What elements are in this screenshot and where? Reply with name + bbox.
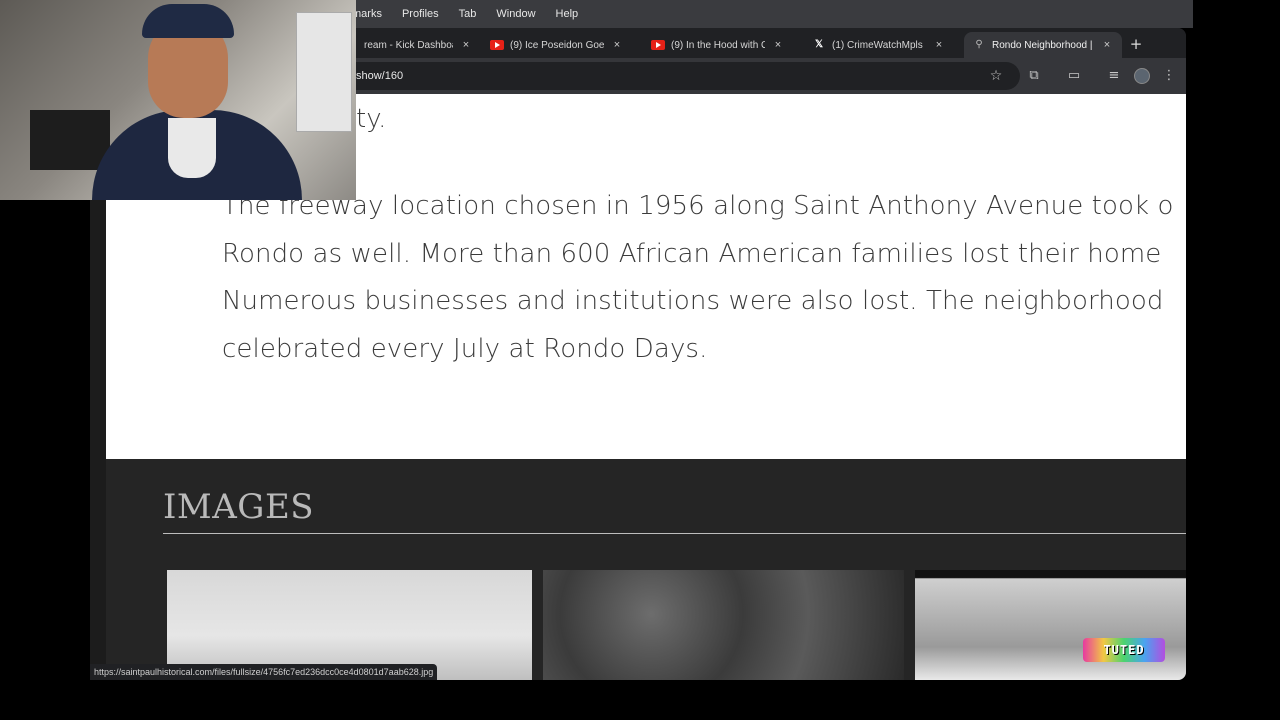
- profile-avatar[interactable]: [1134, 68, 1150, 84]
- menu-window[interactable]: Window: [496, 8, 535, 20]
- tab-title: Rondo Neighborhood | S: [992, 39, 1094, 51]
- close-icon[interactable]: ×: [459, 39, 473, 51]
- image-thumbnail-2[interactable]: [543, 570, 904, 680]
- wall-poster: [296, 12, 352, 132]
- tab-crimewatchmpls[interactable]: 𝕏 (1) CrimeWatchMpls (@C ×: [804, 32, 954, 58]
- menu-tab[interactable]: Tab: [459, 8, 477, 20]
- background-monitor: [30, 110, 110, 170]
- person-shirt: [168, 118, 216, 178]
- tab-search-icon[interactable]: ▭: [1064, 66, 1084, 86]
- menu-help[interactable]: Help: [556, 8, 579, 20]
- close-icon[interactable]: ×: [771, 39, 785, 51]
- tab-ice-poseidon[interactable]: (9) Ice Poseidon Goes O ×: [482, 32, 632, 58]
- section-divider: [163, 533, 1186, 534]
- location-pin-icon: ⚲: [975, 39, 983, 50]
- tab-rondo-neighborhood[interactable]: ⚲ Rondo Neighborhood | S ×: [964, 32, 1122, 58]
- new-tab-button[interactable]: +: [1126, 35, 1146, 55]
- tab-title: (9) In the Hood with Ohi: [671, 39, 765, 51]
- tab-kick-dashboard[interactable]: ream - Kick Dashboard ×: [356, 32, 481, 58]
- more-menu-icon[interactable]: ⋮: [1159, 66, 1179, 86]
- address-bar-url: show/160: [356, 70, 404, 82]
- youtube-icon: [490, 40, 504, 50]
- media-controls-icon[interactable]: ≡: [1104, 66, 1124, 86]
- image-thumbnail-3[interactable]: [915, 570, 1186, 680]
- youtube-icon: [651, 40, 665, 50]
- tab-title: (9) Ice Poseidon Goes O: [510, 39, 604, 51]
- images-section: IMAGES: [106, 459, 1186, 680]
- tab-in-the-hood[interactable]: (9) In the Hood with Ohi ×: [643, 32, 793, 58]
- paragraph-line: Numerous businesses and institutions wer…: [222, 286, 1164, 316]
- paragraph-line: celebrated every July at Rondo Days.: [222, 334, 708, 364]
- close-icon[interactable]: ×: [932, 39, 946, 51]
- menu-profiles[interactable]: Profiles: [402, 8, 439, 20]
- tab-title: ream - Kick Dashboard: [364, 39, 453, 51]
- x-icon: 𝕏: [814, 39, 824, 50]
- paragraph-fragment: ty.: [356, 104, 387, 134]
- paragraph-line: The freeway location chosen in 1956 alon…: [222, 191, 1174, 221]
- images-heading: IMAGES: [163, 487, 315, 527]
- webcam-overlay: [0, 0, 356, 200]
- person-cap: [142, 4, 234, 38]
- paragraph-line: Rondo as well. More than 600 African Ame…: [222, 239, 1162, 269]
- tuted-logo: TUTED: [1083, 638, 1165, 662]
- bookmark-star-icon[interactable]: ☆: [986, 66, 1006, 86]
- menu-bookmarks[interactable]: marks: [352, 8, 382, 20]
- close-icon[interactable]: ×: [1100, 39, 1114, 51]
- status-bar-url: https://saintpaulhistorical.com/files/fu…: [90, 664, 438, 680]
- extensions-icon[interactable]: ⧉: [1024, 66, 1044, 86]
- tab-title: (1) CrimeWatchMpls (@C: [832, 39, 926, 51]
- screen: marks Profiles Tab Window Help ream - Ki…: [0, 0, 1280, 720]
- close-icon[interactable]: ×: [610, 39, 624, 51]
